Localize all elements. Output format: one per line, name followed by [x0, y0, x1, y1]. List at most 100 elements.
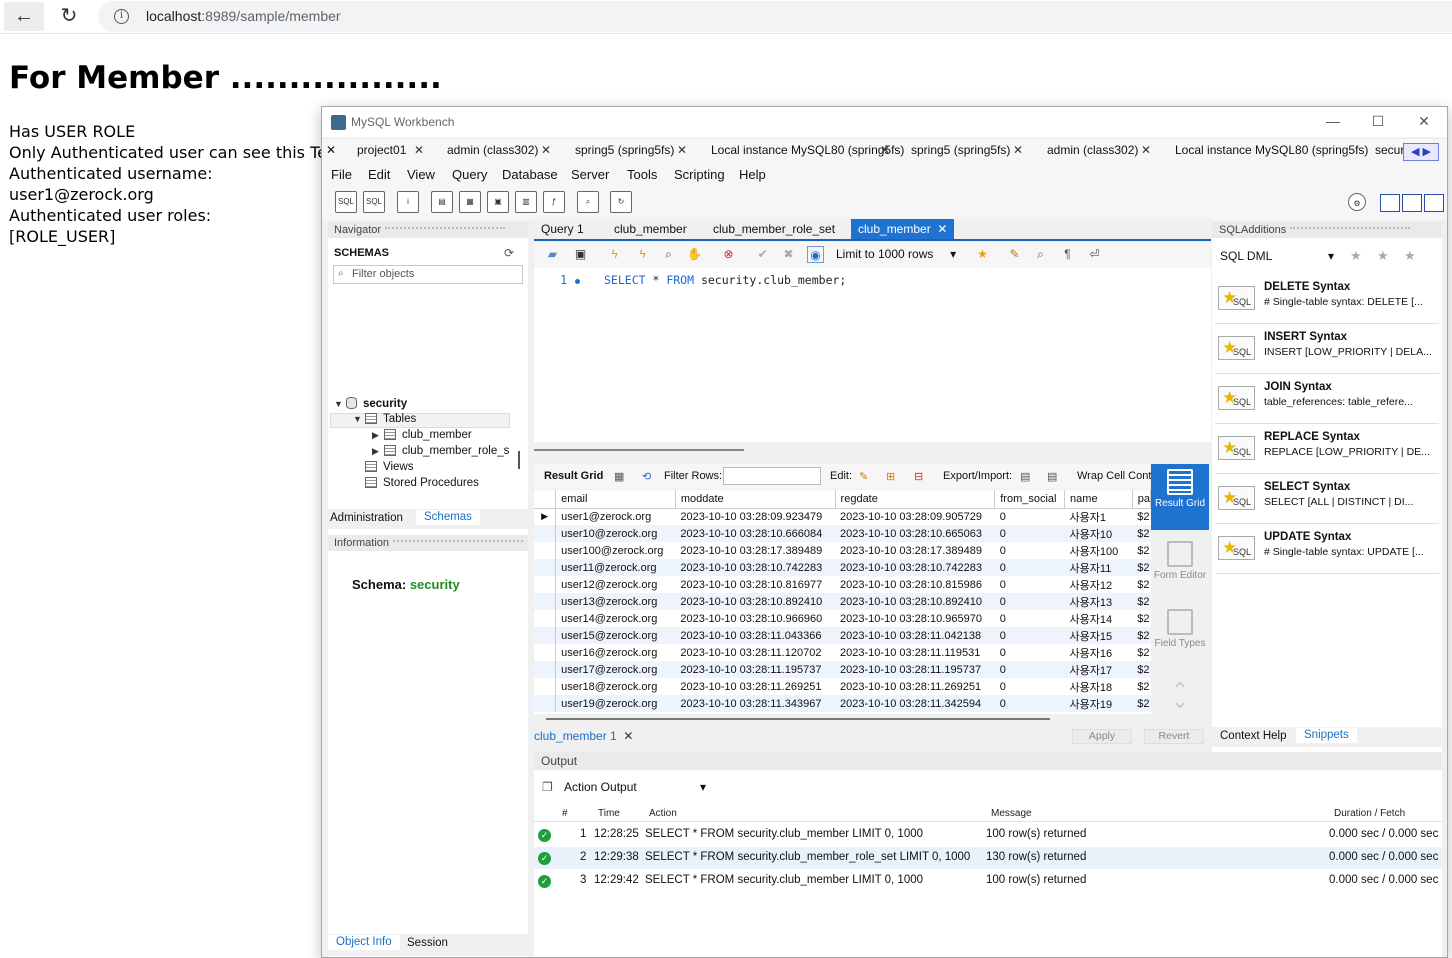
toggle-sidebar-icon[interactable] — [1424, 194, 1444, 212]
table-cell[interactable]: user15@zerock.org — [555, 627, 676, 644]
workbench-titlebar[interactable]: MySQL Workbench — ☐ ✕ — [322, 107, 1447, 137]
copy-icon[interactable]: ❐ — [542, 780, 553, 794]
reconnect-icon[interactable]: ↻ — [610, 191, 632, 213]
table-cell[interactable]: 2023-10-10 03:28:10.965970 — [835, 610, 995, 627]
result-tab-club-member-1[interactable]: club_member 1 ✕ — [534, 729, 633, 743]
create-function-icon[interactable]: ƒ — [543, 191, 565, 213]
side-scroll-chevrons-icon[interactable]: ⌃ ⌄ — [1151, 680, 1209, 720]
menu-tools[interactable]: Tools — [627, 167, 657, 182]
snippet-item[interactable]: SQL REPLACE Syntax REPLACE [LOW_PRIORITY |… — [1215, 424, 1439, 474]
refresh-grid-icon[interactable]: ⟲ — [642, 470, 651, 483]
conn-tab-admin[interactable]: admin (class302) ✕ — [1047, 143, 1151, 157]
reload-button[interactable]: ↻ — [56, 2, 82, 31]
menu-query[interactable]: Query — [452, 167, 487, 182]
table-cell[interactable]: 사용자13 — [1064, 593, 1133, 610]
table-cell[interactable]: 사용자14 — [1065, 610, 1133, 627]
table-cell[interactable]: 2023-10-10 03:28:11.119531 — [835, 644, 995, 661]
table-cell[interactable]: 2023-10-10 03:28:11.120702 — [675, 644, 835, 661]
minimize-icon[interactable]: — — [1323, 111, 1343, 131]
commit-icon[interactable]: ✔ — [754, 246, 771, 263]
tab-administration[interactable]: Administration — [330, 512, 403, 524]
row-selector[interactable] — [534, 627, 557, 644]
apply-button[interactable]: Apply — [1072, 729, 1132, 744]
output-row[interactable]: ✓ 2 12:29:38 SELECT * FROM security.club_me… — [534, 847, 1442, 869]
table-cell[interactable]: $2 — [1132, 627, 1151, 644]
table-cell[interactable]: $2 — [1132, 695, 1151, 712]
row-selector[interactable] — [534, 661, 557, 678]
delete-row-icon[interactable]: ⊟ — [914, 470, 923, 483]
table-cell[interactable]: 사용자11 — [1064, 559, 1133, 576]
execute-icon[interactable]: ϟ — [606, 246, 623, 263]
output-row[interactable]: ✓ 1 12:28:25 SELECT * FROM security.club_me… — [534, 824, 1442, 846]
tab-snippets[interactable]: Snippets — [1296, 728, 1357, 743]
table-cell[interactable]: 사용자12 — [1065, 576, 1133, 593]
grid-view-icon[interactable]: ▦ — [614, 470, 624, 483]
table-cell[interactable]: user10@zerock.org — [555, 525, 676, 542]
create-schema-icon[interactable]: ▤ — [431, 191, 453, 213]
table-cell[interactable]: $2 — [1132, 678, 1150, 695]
column-header[interactable]: moddate — [675, 490, 836, 509]
search-table-data-icon[interactable]: ⌕ — [577, 191, 599, 213]
table-cell[interactable]: 사용자1 — [1065, 508, 1133, 525]
table-cell[interactable]: $2 — [1132, 593, 1151, 610]
tab-close-icon[interactable]: ✕ — [937, 222, 947, 236]
table-cell[interactable]: 0 — [994, 559, 1065, 576]
snippet-item[interactable]: SQL DELETE Syntax # Single-table syntax: D… — [1215, 274, 1439, 324]
conn-tab-spring5[interactable]: spring5 (spring5fs) ✕ — [575, 143, 687, 157]
table-row[interactable]: user12@zerock.org 2023-10-10 03:28:10.816… — [534, 576, 1151, 593]
collapse-triangle-icon[interactable]: ▶ — [372, 446, 384, 457]
create-table-icon[interactable]: ▦ — [459, 191, 481, 213]
row-selector[interactable] — [534, 593, 557, 610]
tab-query1[interactable]: Query 1 — [541, 222, 584, 236]
sql-editor[interactable]: 1 SELECT * FROM security.club_member; — [534, 268, 1211, 442]
toggle-continue-icon[interactable]: ⊗ — [720, 246, 737, 263]
tab-close-icon[interactable]: ✕ — [677, 143, 687, 157]
table-row[interactable]: user16@zerock.org 2023-10-10 03:28:11.120… — [534, 644, 1151, 661]
open-folder-icon[interactable]: ▰ — [544, 246, 561, 263]
table-row[interactable]: user14@zerock.org 2023-10-10 03:28:10.966… — [534, 610, 1151, 627]
insert-row-icon[interactable]: ⊞ — [886, 470, 895, 483]
toggle-output-icon[interactable] — [1402, 194, 1422, 212]
table-cell[interactable]: 2023-10-10 03:28:11.269251 — [835, 678, 995, 695]
expand-triangle-icon[interactable]: ▼ — [334, 399, 346, 409]
tab-context-help[interactable]: Context Help — [1220, 730, 1286, 742]
row-selector[interactable] — [534, 644, 557, 661]
table-cell[interactable]: 0 — [995, 678, 1065, 695]
filter-rows-input[interactable] — [723, 467, 821, 485]
table-cell[interactable]: 2023-10-10 03:28:11.043366 — [675, 627, 836, 644]
column-header[interactable]: regdate — [835, 490, 996, 509]
table-cell[interactable]: 사용자15 — [1064, 627, 1133, 644]
rollback-icon[interactable]: ✖ — [780, 246, 797, 263]
table-cell[interactable]: user100@zerock.org — [556, 542, 676, 559]
sql-dml-select[interactable]: SQL DML ▾ — [1216, 246, 1336, 266]
conn-tab-admin[interactable]: admin (class302) ✕ — [447, 143, 551, 157]
table-cell[interactable]: 0 — [995, 508, 1065, 525]
tree-table-club-member[interactable]: ▶ club_member — [372, 429, 472, 441]
snippet-item[interactable]: SQL UPDATE Syntax # Single-table syntax: U… — [1215, 524, 1439, 574]
tree-schema-security[interactable]: ▼ security — [334, 397, 407, 410]
invisible-chars-icon[interactable]: ¶ — [1059, 246, 1076, 263]
create-view-icon[interactable]: ▣ — [487, 191, 509, 213]
table-cell[interactable]: 0 — [994, 593, 1065, 610]
save-icon[interactable]: ▣ — [572, 246, 589, 263]
tab-close-icon[interactable]: ✕ — [1141, 143, 1151, 157]
conn-tab-spring5[interactable]: spring5 (spring5fs) ✕ — [911, 143, 1023, 157]
row-selector[interactable] — [534, 525, 557, 542]
conn-tab-local-instance[interactable]: Local instance MySQL80 (spring5fs) ✕ — [711, 143, 904, 157]
row-selector[interactable] — [534, 542, 557, 559]
table-cell[interactable]: 0 — [995, 542, 1065, 559]
new-sql-tab-icon[interactable]: SQL — [335, 191, 357, 213]
table-cell[interactable]: 0 — [994, 661, 1065, 678]
result-grid-button[interactable]: Result Grid — [1151, 464, 1209, 530]
table-cell[interactable]: 2023-10-10 03:28:10.815986 — [835, 576, 995, 593]
form-editor-button[interactable]: Form Editor — [1151, 536, 1209, 598]
table-row[interactable]: user11@zerock.org 2023-10-10 03:28:10.742… — [534, 559, 1151, 576]
table-cell[interactable]: user12@zerock.org — [556, 576, 676, 593]
inspect-icon[interactable]: i — [397, 191, 419, 213]
info-icon[interactable]: i — [114, 9, 129, 24]
menu-file[interactable]: File — [331, 167, 352, 182]
table-row[interactable]: user19@zerock.org 2023-10-10 03:28:11.343… — [534, 695, 1151, 712]
table-cell[interactable]: user16@zerock.org — [556, 644, 676, 661]
table-cell[interactable]: $2 — [1132, 661, 1151, 678]
menu-server[interactable]: Server — [571, 167, 609, 182]
